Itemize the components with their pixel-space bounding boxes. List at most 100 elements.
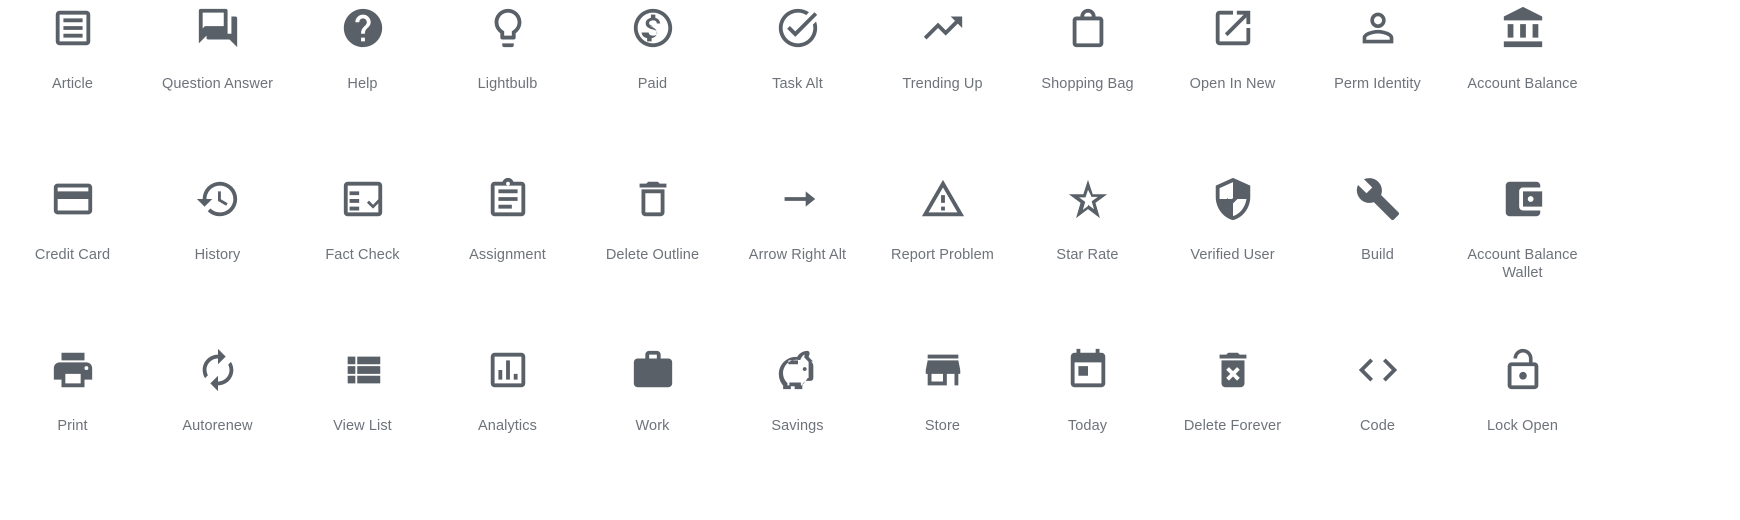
icon-label: Fact Check (325, 247, 400, 263)
icon-label: Question Answer (161, 76, 274, 92)
icon-gallery-grid: Article Question Answer Help Lightbulb P… (0, 0, 1740, 520)
lightbulb-icon[interactable] (480, 0, 536, 56)
icon-label: Print (57, 418, 88, 434)
icon-label: Work (635, 418, 670, 434)
store-icon[interactable] (915, 342, 971, 398)
icon-cell-arrow-right-alt[interactable]: Arrow Right Alt (725, 171, 870, 342)
icon-cell-store[interactable]: Store (870, 342, 1015, 520)
icon-label: Task Alt (772, 76, 823, 92)
icon-cell-view-list[interactable]: View List (290, 342, 435, 520)
icon-cell-empty-r1 (1595, 0, 1740, 171)
icon-cell-lightbulb[interactable]: Lightbulb (435, 0, 580, 171)
icon-cell-work[interactable]: Work (580, 342, 725, 520)
icon-label: Assignment (469, 247, 546, 263)
paid-icon[interactable] (625, 0, 681, 56)
delete-forever-icon[interactable] (1205, 342, 1261, 398)
icon-cell-paid[interactable]: Paid (580, 0, 725, 171)
icon-label: Verified User (1190, 247, 1275, 263)
icon-label: Account Balance Wallet (1467, 247, 1578, 281)
icon-cell-analytics[interactable]: Analytics (435, 342, 580, 520)
credit-card-icon[interactable] (45, 171, 101, 227)
code-icon[interactable] (1350, 342, 1406, 398)
icon-label: Build (1361, 247, 1394, 263)
icon-label: Delete Forever (1183, 418, 1282, 434)
autorenew-icon[interactable] (190, 342, 246, 398)
icon-label: Open In New (1189, 76, 1276, 92)
icon-cell-account-balance[interactable]: Account Balance (1450, 0, 1595, 171)
icon-cell-star-rate[interactable]: Star Rate (1015, 171, 1160, 342)
view-list-icon[interactable] (335, 342, 391, 398)
icon-cell-perm-identity[interactable]: Perm Identity (1305, 0, 1450, 171)
savings-icon[interactable] (770, 342, 826, 398)
icon-label: Help (347, 76, 378, 92)
perm-identity-icon[interactable] (1350, 0, 1406, 56)
article-icon[interactable] (45, 0, 101, 56)
print-icon[interactable] (45, 342, 101, 398)
icon-cell-history[interactable]: History (145, 171, 290, 342)
analytics-icon[interactable] (480, 342, 536, 398)
icon-cell-question-answer[interactable]: Question Answer (145, 0, 290, 171)
icon-cell-account-balance-wallet[interactable]: Account Balance Wallet (1450, 171, 1595, 342)
account-balance-wallet-icon[interactable] (1495, 171, 1551, 227)
icon-label: Today (1067, 418, 1108, 434)
icon-label: Store (924, 418, 961, 434)
icon-cell-help[interactable]: Help (290, 0, 435, 171)
icon-label: Lock Open (1486, 418, 1559, 434)
star-rate-icon[interactable] (1060, 171, 1116, 227)
icon-cell-delete-forever[interactable]: Delete Forever (1160, 342, 1305, 520)
icon-label: Arrow Right Alt (748, 247, 847, 263)
icon-cell-today[interactable]: Today (1015, 342, 1160, 520)
icon-cell-savings[interactable]: Savings (725, 342, 870, 520)
icon-cell-code[interactable]: Code (1305, 342, 1450, 520)
icon-label: Account Balance (1467, 76, 1578, 92)
open-in-new-icon[interactable] (1205, 0, 1261, 56)
work-icon[interactable] (625, 342, 681, 398)
verified-user-icon[interactable] (1205, 171, 1261, 227)
icon-cell-fact-check[interactable]: Fact Check (290, 171, 435, 342)
icon-cell-delete-outline[interactable]: Delete Outline (580, 171, 725, 342)
icon-label: Lightbulb (477, 76, 538, 92)
trending-up-icon[interactable] (915, 0, 971, 56)
build-icon[interactable] (1350, 171, 1406, 227)
icon-cell-autorenew[interactable]: Autorenew (145, 342, 290, 520)
icon-label: Star Rate (1056, 247, 1119, 263)
shopping-bag-icon[interactable] (1060, 0, 1116, 56)
arrow-right-alt-icon[interactable] (770, 171, 826, 227)
icon-cell-build[interactable]: Build (1305, 171, 1450, 342)
lock-open-icon[interactable] (1495, 342, 1551, 398)
today-icon[interactable] (1060, 342, 1116, 398)
task-alt-icon[interactable] (770, 0, 826, 56)
icon-cell-empty-r2 (1595, 171, 1740, 342)
fact-check-icon[interactable] (335, 171, 391, 227)
icon-cell-article[interactable]: Article (0, 0, 145, 171)
icon-cell-empty-r3 (1595, 342, 1740, 520)
question-answer-icon[interactable] (190, 0, 246, 56)
icon-cell-task-alt[interactable]: Task Alt (725, 0, 870, 171)
icon-cell-lock-open[interactable]: Lock Open (1450, 342, 1595, 520)
icon-cell-report-problem[interactable]: Report Problem (870, 171, 1015, 342)
report-problem-icon[interactable] (915, 171, 971, 227)
icon-label: History (194, 247, 241, 263)
icon-label: Delete Outline (605, 247, 700, 263)
icon-label: Article (52, 76, 93, 92)
icon-label: Trending Up (902, 76, 983, 92)
icon-label: Autorenew (182, 418, 253, 434)
icon-cell-print[interactable]: Print (0, 342, 145, 520)
icon-label: Code (1359, 418, 1396, 434)
icon-cell-verified-user[interactable]: Verified User (1160, 171, 1305, 342)
icon-label: Credit Card (34, 247, 111, 263)
delete-outline-icon[interactable] (625, 171, 681, 227)
assignment-icon[interactable] (480, 171, 536, 227)
icon-cell-trending-up[interactable]: Trending Up (870, 0, 1015, 171)
icon-cell-open-in-new[interactable]: Open In New (1160, 0, 1305, 171)
icon-cell-credit-card[interactable]: Credit Card (0, 171, 145, 342)
history-icon[interactable] (190, 171, 246, 227)
icon-label: Report Problem (891, 247, 994, 263)
help-icon[interactable] (335, 0, 391, 56)
icon-label: Analytics (478, 418, 537, 434)
icon-label: Perm Identity (1334, 76, 1421, 92)
icon-cell-shopping-bag[interactable]: Shopping Bag (1015, 0, 1160, 171)
icon-cell-assignment[interactable]: Assignment (435, 171, 580, 342)
account-balance-icon[interactable] (1495, 0, 1551, 56)
icon-label: Savings (771, 418, 824, 434)
